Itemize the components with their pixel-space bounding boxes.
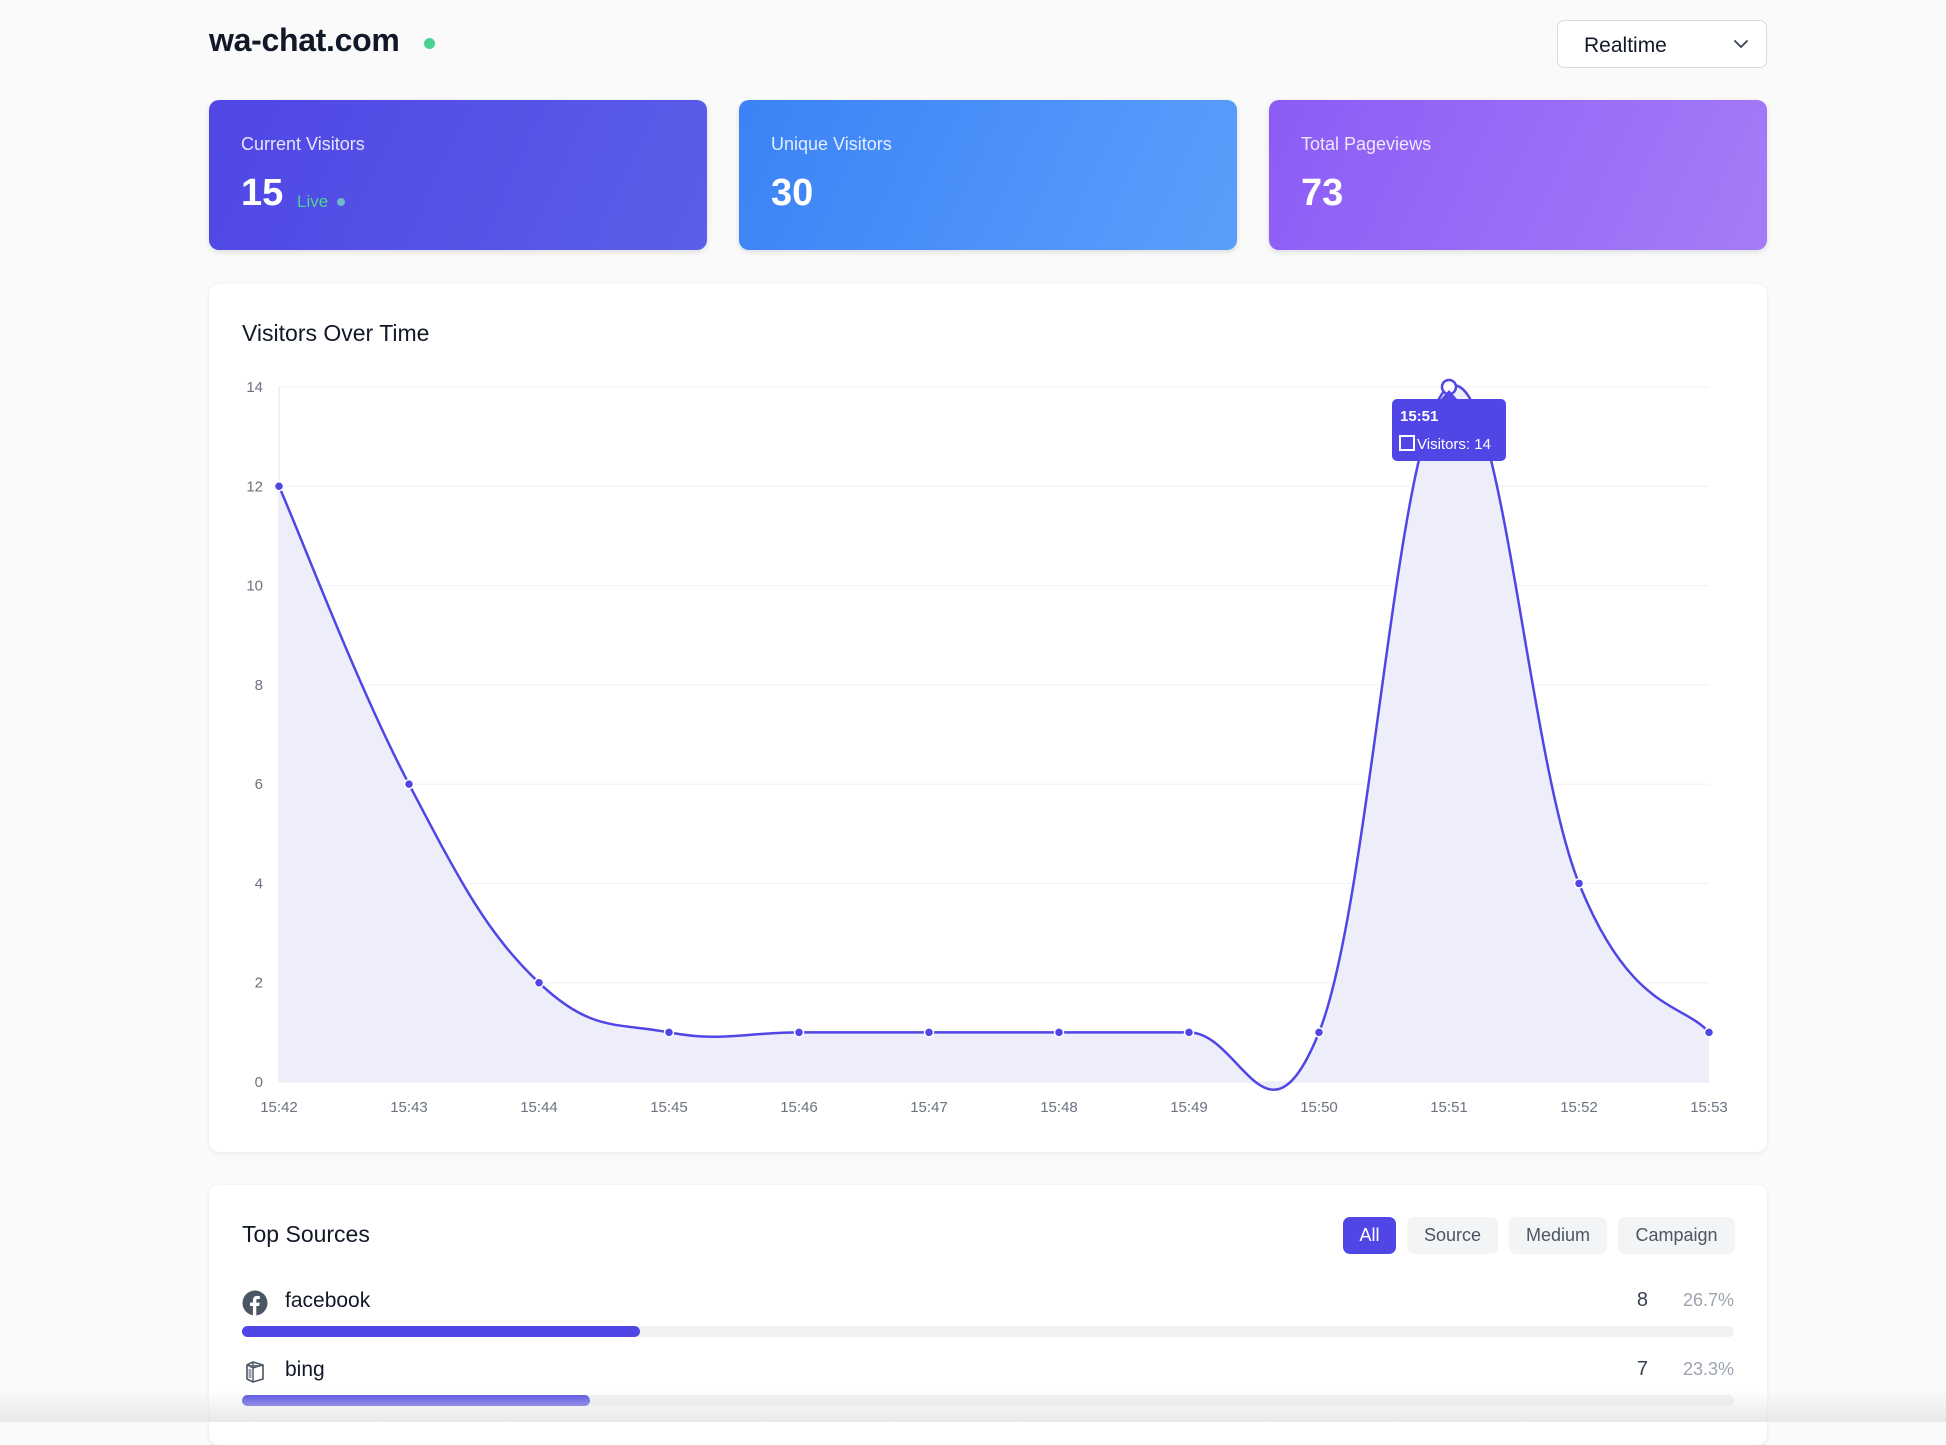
data-point[interactable] <box>1183 1027 1195 1038</box>
source-bar-track <box>242 1395 1734 1406</box>
x-tick-label: 15:45 <box>650 1099 688 1116</box>
series-area <box>279 385 1709 1090</box>
source-percent: 23.3% <box>1682 1359 1734 1379</box>
total-pageviews-card: Total Pageviews 73 <box>1269 100 1767 250</box>
y-tick-label: 10 <box>246 578 263 595</box>
stat-value: 15 <box>241 172 284 214</box>
x-tick-label: 15:46 <box>780 1099 818 1116</box>
x-tick-label: 15:48 <box>1040 1099 1078 1116</box>
stat-label: Current Visitors <box>241 134 365 154</box>
source-percent: 26.7% <box>1682 1290 1734 1310</box>
data-point[interactable] <box>273 481 285 492</box>
filter-all[interactable]: All <box>1343 1217 1396 1254</box>
source-filter-tabs: All Source Medium Campaign <box>1343 1217 1735 1254</box>
visitors-chart-panel: Visitors Over Time 0 2 4 6 8 10 12 14 15:42 15:43… <box>209 284 1767 1152</box>
stat-value: 73 <box>1301 172 1344 214</box>
top-sources-panel: Top Sources All Source Medium Campaign f… <box>209 1185 1767 1445</box>
source-name: facebook <box>285 1289 371 1312</box>
site-title: wa-chat.com <box>209 22 400 58</box>
unique-visitors-card: Unique Visitors 30 <box>739 100 1237 250</box>
filter-medium[interactable]: Medium <box>1509 1217 1607 1254</box>
data-point[interactable] <box>1053 1027 1065 1038</box>
data-point[interactable] <box>793 1027 805 1038</box>
y-tick-label: 2 <box>255 975 263 992</box>
facebook-icon <box>242 1290 268 1316</box>
data-point[interactable] <box>663 1027 675 1038</box>
data-point[interactable] <box>403 778 415 790</box>
x-tick-label: 15:42 <box>260 1099 298 1116</box>
stat-value: 30 <box>771 172 814 214</box>
bing-icon <box>246 1361 264 1383</box>
data-point[interactable] <box>1703 1027 1715 1038</box>
live-badge: Live <box>297 192 329 211</box>
data-point[interactable] <box>1573 878 1585 889</box>
stats-cards: Current Visitors 15 Live Unique Visitors… <box>209 100 1767 250</box>
time-range-selected: Realtime <box>1584 34 1667 57</box>
source-bar-fill <box>242 1395 590 1406</box>
tooltip-label: Visitors: 14 <box>1417 436 1491 453</box>
y-tick-label: 4 <box>255 875 263 892</box>
y-tick-label: 0 <box>255 1074 263 1091</box>
filter-source[interactable]: Source <box>1407 1217 1498 1254</box>
source-row[interactable]: facebook 8 26.7% <box>242 1286 1734 1337</box>
y-tick-label: 12 <box>246 478 263 495</box>
stat-label: Total Pageviews <box>1301 134 1432 154</box>
y-tick-label: 14 <box>246 379 263 396</box>
visitors-line-chart[interactable]: 0 2 4 6 8 10 12 14 15:42 15:43 15:44 15:45 15:46 15:4… <box>209 284 1767 1152</box>
x-tick-label: 15:44 <box>520 1099 558 1116</box>
data-point[interactable] <box>533 977 545 988</box>
x-tick-label: 15:50 <box>1300 1099 1338 1116</box>
source-bar-fill <box>242 1326 641 1337</box>
data-point[interactable] <box>1313 1027 1325 1038</box>
source-name: bing <box>285 1358 325 1381</box>
y-tick-label: 8 <box>255 677 263 694</box>
stat-label: Unique Visitors <box>771 134 892 154</box>
x-tick-label: 15:51 <box>1430 1099 1468 1116</box>
x-tick-label: 15:43 <box>390 1099 428 1116</box>
source-row[interactable]: bing 7 23.3% <box>242 1355 1734 1406</box>
data-point[interactable] <box>923 1027 935 1038</box>
source-bar-track <box>242 1326 1734 1337</box>
tooltip-title: 15:51 <box>1400 408 1438 425</box>
sources-title: Top Sources <box>242 1221 370 1247</box>
source-count: 7 <box>1636 1358 1648 1380</box>
header: wa-chat.com Realtime <box>209 18 1767 70</box>
x-tick-label: 15:49 <box>1170 1099 1208 1116</box>
x-tick-label: 15:52 <box>1560 1099 1598 1116</box>
source-count: 8 <box>1636 1289 1648 1311</box>
time-range-select[interactable]: Realtime <box>1557 20 1767 68</box>
filter-campaign[interactable]: Campaign <box>1618 1217 1735 1254</box>
live-dot-icon <box>337 198 345 206</box>
chevron-down-icon <box>1734 40 1748 48</box>
y-tick-label: 6 <box>255 776 263 793</box>
x-tick-label: 15:47 <box>910 1099 948 1116</box>
online-status-dot <box>424 38 435 49</box>
x-tick-label: 15:53 <box>1690 1099 1728 1116</box>
current-visitors-card: Current Visitors 15 Live <box>209 100 707 250</box>
